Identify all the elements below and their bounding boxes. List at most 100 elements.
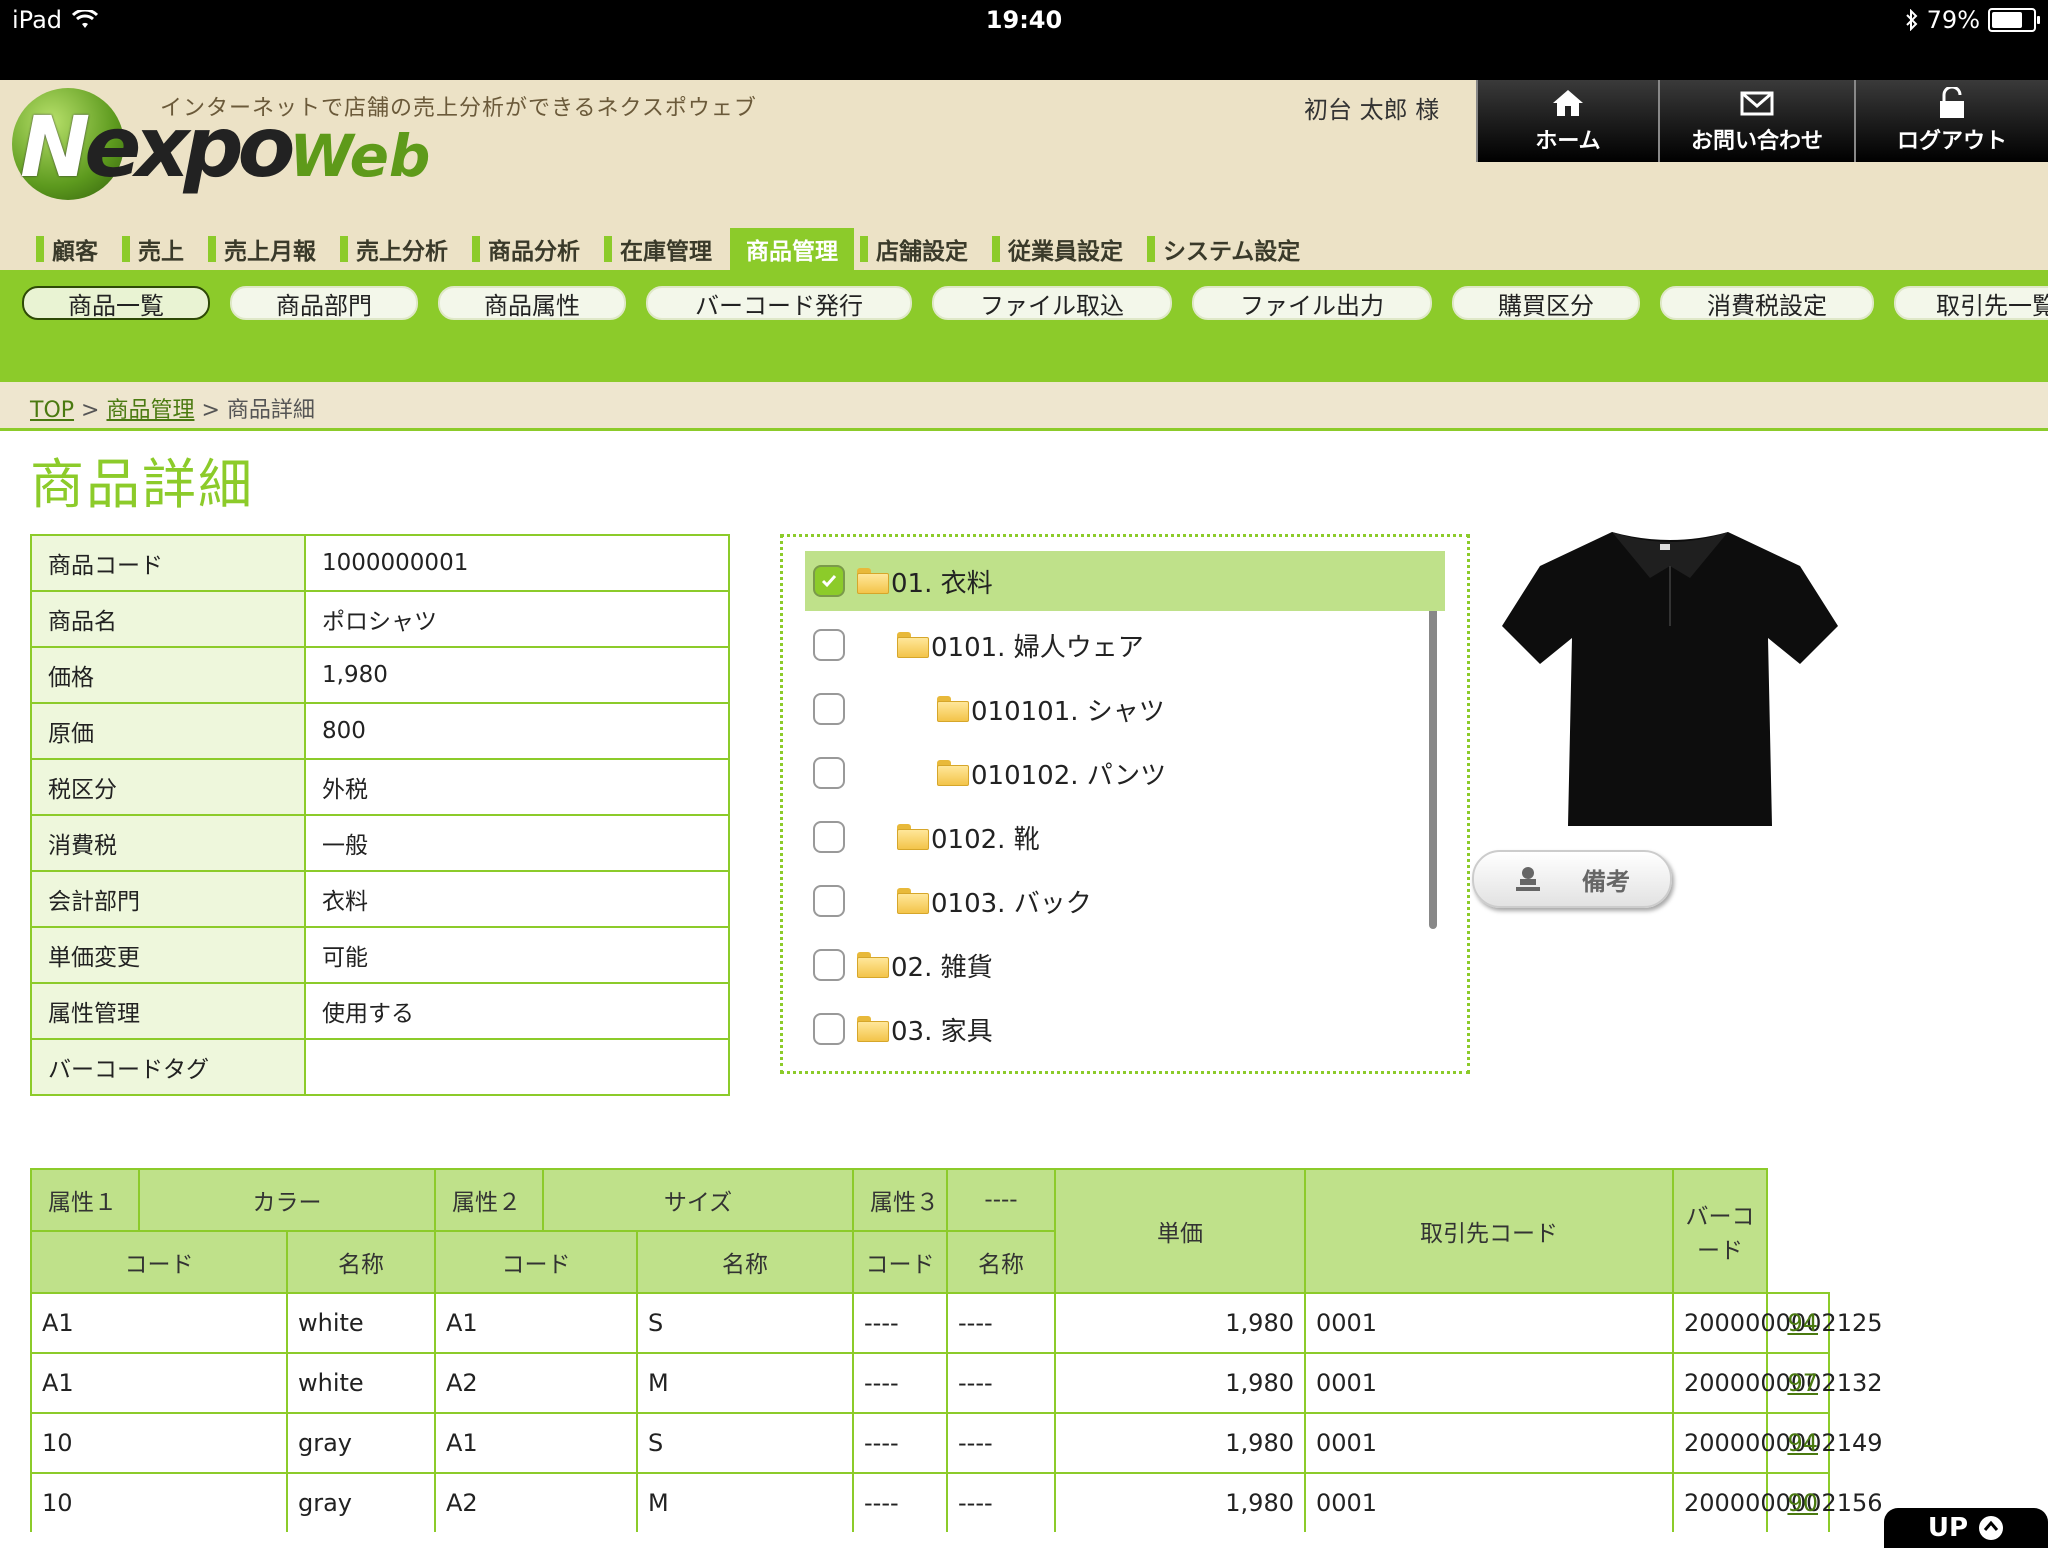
- stock-link[interactable]: 90: [1787, 1489, 1818, 1517]
- memo-button[interactable]: 備考: [1472, 850, 1672, 908]
- supplier-code-header: 取引先コード: [1304, 1168, 1674, 1294]
- variant-unit-price-cell: 1,980: [1054, 1412, 1306, 1474]
- tree-node[interactable]: 010102. パンツ: [805, 743, 1166, 803]
- main-nav-item[interactable]: 在庫管理: [598, 228, 730, 270]
- sub-nav-item[interactable]: バーコード発行: [646, 286, 912, 320]
- sub-nav-item[interactable]: 消費税設定: [1660, 286, 1874, 320]
- variant-attr3-name-cell: ----: [946, 1352, 1056, 1414]
- site-header: NexpoWeb インターネットで店舗の売上分析ができるネクスポウェブ 初台 太…: [0, 80, 2048, 270]
- detail-row: 属性管理 使用する: [30, 982, 730, 1040]
- tree-node[interactable]: 01. 衣料: [805, 551, 1445, 611]
- sub-nav-item[interactable]: 商品部門: [230, 286, 418, 320]
- variant-attr1-name-cell: white: [286, 1352, 436, 1414]
- unlock-icon: [1940, 87, 1964, 118]
- main-nav-item[interactable]: 顧客: [30, 228, 116, 270]
- tree-node-checkbox[interactable]: [813, 757, 845, 789]
- variant-attr2-name-cell: S: [636, 1292, 854, 1354]
- tree-node[interactable]: 010101. シャツ: [805, 679, 1165, 739]
- variant-attr1-name-cell: gray: [286, 1472, 436, 1532]
- breadcrumb: TOP > 商品管理 > 商品詳細: [30, 392, 315, 424]
- tagline: インターネットで店舗の売上分析ができるネクスポウェブ: [160, 96, 757, 121]
- main-nav-item[interactable]: 売上月報: [202, 228, 334, 270]
- main-nav-item[interactable]: 従業員設定: [986, 228, 1141, 270]
- mail-icon: [1740, 91, 1774, 116]
- variant-supplier-code-cell: 0001: [1304, 1412, 1674, 1474]
- tree-node-checkbox[interactable]: [813, 565, 845, 597]
- tree-node[interactable]: 02. 雑貨: [805, 935, 993, 995]
- breadcrumb-parent-link[interactable]: 商品管理: [106, 398, 194, 423]
- scroll-up-button[interactable]: UP: [1884, 1508, 2048, 1548]
- tree-node-checkbox[interactable]: [813, 629, 845, 661]
- home-button[interactable]: ホーム: [1476, 80, 1658, 162]
- folder-icon: [857, 1016, 889, 1042]
- detail-label: 属性管理: [30, 982, 306, 1040]
- tree-node-label: 0102. 靴: [931, 824, 1040, 855]
- detail-label: 価格: [30, 646, 306, 704]
- sub-nav-item[interactable]: ファイル取込: [932, 286, 1172, 320]
- tree-node-checkbox[interactable]: [813, 885, 845, 917]
- tree-scrollbar[interactable]: [1429, 557, 1437, 929]
- variant-table: 属性１ カラー 属性２ サイズ 属性３ ---- 単価 取引先コード バーコード…: [30, 1168, 1883, 1532]
- main-nav-item[interactable]: 商品分析: [466, 228, 598, 270]
- variant-attr3-code-cell: ----: [852, 1472, 948, 1532]
- tree-node[interactable]: 0101. 婦人ウェア: [805, 615, 1144, 675]
- variant-attr1-code-cell: 10: [30, 1472, 288, 1532]
- attr2-name-col-header: 名称: [636, 1230, 854, 1294]
- main-nav-item[interactable]: 売上分析: [334, 228, 466, 270]
- tree-node-checkbox[interactable]: [813, 1013, 845, 1045]
- main-nav-item[interactable]: 商品管理: [730, 228, 854, 270]
- attr3-code-header: コード: [852, 1230, 948, 1294]
- stock-link[interactable]: 94: [1787, 1309, 1818, 1337]
- folder-icon: [897, 888, 929, 914]
- variant-attr1-name-cell: white: [286, 1292, 436, 1354]
- variant-supplier-code-cell: 0001: [1304, 1472, 1674, 1532]
- main-nav-item[interactable]: システム設定: [1141, 228, 1318, 270]
- detail-value: 1000000001: [304, 534, 730, 592]
- variant-supplier-code-cell: 0001: [1304, 1292, 1674, 1354]
- sub-nav-item[interactable]: 商品一覧: [22, 286, 210, 320]
- variant-attr2-code-cell: A1: [434, 1292, 638, 1354]
- detail-value: [304, 1038, 730, 1096]
- folder-icon: [897, 632, 929, 658]
- sub-nav-item[interactable]: 購買区分: [1452, 286, 1640, 320]
- category-tree: 01. 衣料 0101. 婦人ウェア 010101. シャツ 010102. パンツ 0…: [780, 534, 1470, 1074]
- attr2-code-header: コード: [434, 1230, 638, 1294]
- detail-value: 使用する: [304, 982, 730, 1040]
- breadcrumb-separator: >: [201, 398, 220, 423]
- battery-icon: [1988, 8, 2040, 32]
- variant-barcode-cell: 2000000002132: [1672, 1352, 1883, 1414]
- tree-node-checkbox[interactable]: [813, 693, 845, 725]
- tree-node-checkbox[interactable]: [813, 949, 845, 981]
- stock-link[interactable]: 94: [1787, 1429, 1818, 1457]
- stock-link[interactable]: 97: [1787, 1369, 1818, 1397]
- sub-nav-item[interactable]: ファイル出力: [1192, 286, 1432, 320]
- tree-node-checkbox[interactable]: [813, 821, 845, 853]
- home-label: ホーム: [1535, 129, 1601, 154]
- tree-node[interactable]: 03. 家具: [805, 999, 993, 1059]
- logout-button[interactable]: ログアウト: [1854, 80, 2048, 162]
- main-nav-item[interactable]: 店舗設定: [854, 228, 986, 270]
- breadcrumb-top-link[interactable]: TOP: [30, 398, 74, 423]
- attr1-name-header: カラー: [138, 1168, 436, 1232]
- arrow-up-icon: [1979, 1516, 2004, 1540]
- contact-button[interactable]: お問い合わせ: [1658, 80, 1854, 162]
- tree-node[interactable]: 0103. バック: [805, 871, 1092, 931]
- detail-value: 可能: [304, 926, 730, 984]
- sub-nav-item[interactable]: 取引先一覧: [1894, 286, 2048, 320]
- variant-attr3-code-cell: ----: [852, 1412, 948, 1474]
- breadcrumb-bar: TOP > 商品管理 > 商品詳細: [0, 382, 2048, 431]
- folder-icon: [857, 568, 889, 594]
- detail-row: バーコードタグ: [30, 1038, 730, 1096]
- variant-attr1-name-cell: gray: [286, 1412, 436, 1474]
- home-icon: [1553, 90, 1583, 116]
- variant-attr3-code-cell: ----: [852, 1292, 948, 1354]
- sub-nav: 商品一覧 商品部門 商品属性 バーコード発行 ファイル取込 ファイル出力 購買区分 消費税設定…: [0, 270, 2048, 382]
- up-label: UP: [1927, 1513, 1969, 1543]
- detail-value: 衣料: [304, 870, 730, 928]
- sub-nav-item[interactable]: 商品属性: [438, 286, 626, 320]
- attr1-code-header: コード: [30, 1230, 288, 1294]
- detail-row: 商品名 ポロシャツ: [30, 590, 730, 648]
- main-nav-item[interactable]: 売上: [116, 228, 202, 270]
- tree-node[interactable]: 0102. 靴: [805, 807, 1040, 867]
- variant-attr1-code-cell: A1: [30, 1292, 288, 1354]
